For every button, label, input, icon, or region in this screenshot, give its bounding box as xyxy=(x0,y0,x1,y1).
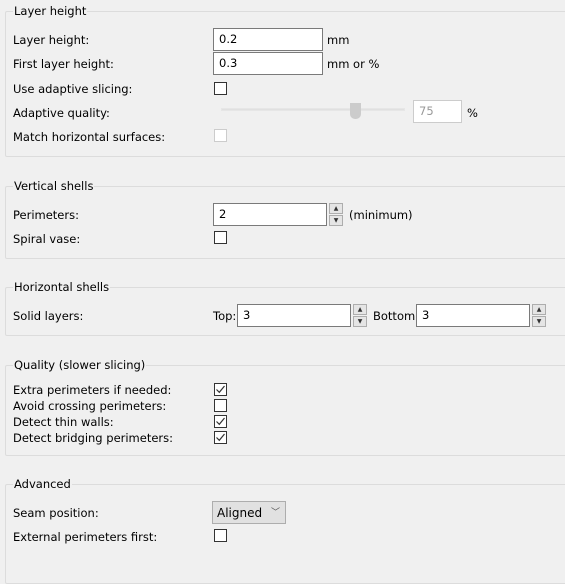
seam-position-dropdown[interactable]: Aligned ﹀ xyxy=(212,501,286,524)
layer-height-input[interactable]: 0.2 xyxy=(213,28,323,51)
perimeters-spinner[interactable]: ▲ ▼ xyxy=(329,203,343,226)
quality-option-checkbox[interactable] xyxy=(214,383,227,396)
spiral-vase-label: Spiral vase: xyxy=(13,232,81,246)
spin-up-icon[interactable]: ▲ xyxy=(329,203,343,214)
quality-option-label: Avoid crossing perimeters: xyxy=(13,399,167,413)
perimeters-label: Perimeters: xyxy=(13,208,79,222)
group-title: Vertical shells xyxy=(13,179,95,193)
external-perimeters-checkbox[interactable] xyxy=(214,529,227,542)
first-layer-height-unit: mm or % xyxy=(327,57,380,71)
spin-up-icon[interactable]: ▲ xyxy=(353,304,367,315)
seam-position-label: Seam position: xyxy=(13,506,99,520)
perimeters-input[interactable]: 2 xyxy=(213,203,327,226)
top-layers-spinner[interactable]: ▲ ▼ xyxy=(353,304,367,327)
bottom-label: Bottom: xyxy=(373,309,420,323)
first-layer-height-input[interactable]: 0.3 xyxy=(213,52,323,75)
perimeters-unit: (minimum) xyxy=(349,208,413,222)
adaptive-quality-unit: % xyxy=(467,106,478,120)
spiral-vase-checkbox[interactable] xyxy=(214,231,227,244)
match-horizontal-checkbox[interactable] xyxy=(214,129,227,142)
bottom-layers-spinner[interactable]: ▲ ▼ xyxy=(532,304,546,327)
checkmark-icon xyxy=(216,417,225,426)
solid-layers-label: Solid layers: xyxy=(13,309,84,323)
quality-option-checkbox[interactable] xyxy=(214,415,227,428)
quality-option-checkbox[interactable] xyxy=(214,431,227,444)
spin-down-icon[interactable]: ▼ xyxy=(532,316,546,327)
adaptive-slicing-checkbox[interactable] xyxy=(214,82,227,95)
quality-option-label: Detect bridging perimeters: xyxy=(13,431,174,445)
bottom-layers-input[interactable]: 3 xyxy=(416,304,530,327)
group-title: Layer height xyxy=(13,4,88,18)
spin-down-icon[interactable]: ▼ xyxy=(353,316,367,327)
layer-height-unit: mm xyxy=(327,33,350,47)
external-perimeters-label: External perimeters first: xyxy=(13,530,158,544)
quality-option-label: Detect thin walls: xyxy=(13,415,114,429)
top-label: Top: xyxy=(213,309,237,323)
first-layer-height-label: First layer height: xyxy=(13,57,114,71)
slider-thumb[interactable] xyxy=(350,103,361,119)
match-horizontal-label: Match horizontal surfaces: xyxy=(13,130,166,144)
top-layers-input[interactable]: 3 xyxy=(237,304,351,327)
adaptive-slicing-label: Use adaptive slicing: xyxy=(13,82,133,96)
layer-height-label: Layer height: xyxy=(13,33,90,47)
spin-down-icon[interactable]: ▼ xyxy=(329,215,343,226)
quality-option-checkbox[interactable] xyxy=(214,399,227,412)
checkmark-icon xyxy=(216,385,225,394)
quality-option-label: Extra perimeters if needed: xyxy=(13,383,172,397)
seam-position-value: Aligned xyxy=(217,506,263,520)
chevron-down-icon: ﹀ xyxy=(270,508,280,518)
adaptive-quality-input[interactable]: 75 xyxy=(413,100,462,123)
checkmark-icon xyxy=(216,433,225,442)
group-title: Horizontal shells xyxy=(13,280,111,294)
group-title: Advanced xyxy=(13,477,72,491)
group-title: Quality (slower slicing) xyxy=(13,358,147,372)
adaptive-quality-slider[interactable] xyxy=(221,108,405,111)
spin-up-icon[interactable]: ▲ xyxy=(532,304,546,315)
adaptive-quality-label: Adaptive quality: xyxy=(13,106,110,120)
